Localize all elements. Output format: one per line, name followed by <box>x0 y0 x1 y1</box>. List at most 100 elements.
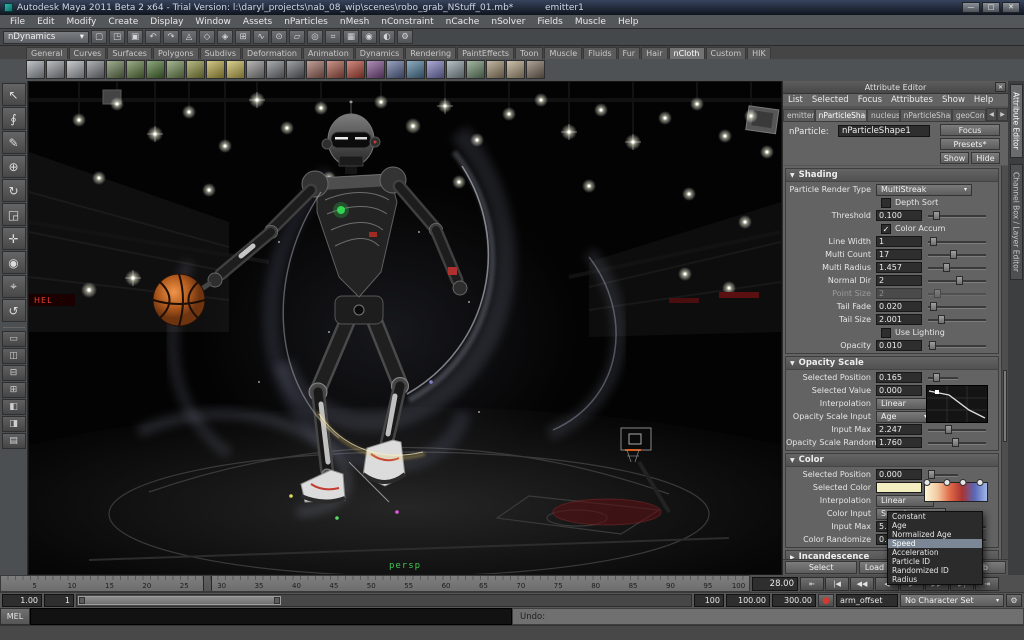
node-name-field[interactable]: nParticleShape1 <box>838 125 930 137</box>
shelf-tab[interactable]: PaintEffects <box>457 47 514 59</box>
hide-button[interactable]: Hide <box>971 152 1000 164</box>
menu-item[interactable]: File <box>4 17 31 27</box>
opacity-scale-input-dropdown[interactable]: Age ▾ <box>876 411 932 423</box>
character-set-dropdown[interactable]: No Character Set ▾ <box>900 594 1004 607</box>
menu-set-dropdown[interactable]: nDynamics ▾ <box>3 31 89 44</box>
color-input-option[interactable]: Particle ID <box>888 557 982 566</box>
ramp-marker[interactable] <box>943 479 950 486</box>
color-accum-checkbox[interactable] <box>881 224 891 234</box>
make-live-icon[interactable]: ◎ <box>307 30 323 44</box>
render-view-icon[interactable]: ▦ <box>343 30 359 44</box>
tab-scroll-left-button[interactable]: ◀ <box>986 108 997 121</box>
menu-item[interactable]: nSolver <box>485 17 531 27</box>
particle-render-type-dropdown[interactable]: MultiStreak ▾ <box>876 184 972 196</box>
shelf-icon[interactable] <box>346 60 365 79</box>
node-tab[interactable]: nParticleShape1 <box>815 109 867 121</box>
menu-item[interactable]: Assets <box>237 17 278 27</box>
tail-size-field[interactable]: 2.001 <box>876 314 922 325</box>
opacity-field[interactable]: 0.010 <box>876 340 922 351</box>
ipr-render-icon[interactable]: ◐ <box>379 30 395 44</box>
shelf-tab[interactable]: HIK <box>747 47 771 59</box>
step-back-frame-button[interactable]: |◀ <box>825 577 849 591</box>
shelf-tab[interactable]: Fur <box>618 47 641 59</box>
color-input-option[interactable]: Randomized ID <box>888 566 982 575</box>
layout-two-pane-side-icon[interactable]: ◫ <box>2 348 26 364</box>
range-slider[interactable] <box>76 594 692 607</box>
time-slider[interactable]: 5101520253035404550556065707580859095100 <box>0 575 750 592</box>
shelf-tab[interactable]: Animation <box>303 47 354 59</box>
attribute-editor-scrollbar[interactable] <box>1001 166 1008 559</box>
construction-history-icon[interactable]: ⌗ <box>325 30 341 44</box>
attribute-editor-menu-item[interactable]: Attributes <box>891 95 933 105</box>
use-lighting-checkbox[interactable] <box>881 328 891 338</box>
show-button[interactable]: Show <box>940 152 969 164</box>
move-tool-icon[interactable]: ⊕ <box>2 155 26 178</box>
os-selected-position-slider[interactable] <box>928 373 958 382</box>
shelf-icon[interactable] <box>466 60 485 79</box>
ramp-marker[interactable] <box>960 479 967 486</box>
color-input-option[interactable]: Speed <box>888 539 982 548</box>
focus-button[interactable]: Focus <box>940 124 1000 136</box>
line-width-field[interactable]: 1 <box>876 236 922 247</box>
scale-tool-icon[interactable]: ◲ <box>2 203 26 226</box>
shelf-icon[interactable] <box>86 60 105 79</box>
menu-item[interactable]: nParticles <box>278 17 334 27</box>
shelf-icon[interactable] <box>26 60 45 79</box>
auto-keyframe-button[interactable]: ● <box>818 594 834 607</box>
shelf-tab[interactable]: Surfaces <box>107 47 152 59</box>
shelf-icon[interactable] <box>306 60 325 79</box>
os-randomize-slider[interactable] <box>928 438 986 447</box>
shelf-tab[interactable]: Curves <box>69 47 107 59</box>
open-scene-icon[interactable]: ◳ <box>109 30 125 44</box>
tab-scroll-right-button[interactable]: ▶ <box>997 108 1008 121</box>
menu-item[interactable]: Fields <box>531 17 568 27</box>
opacity-slider[interactable] <box>928 341 986 350</box>
shelf-icon[interactable] <box>366 60 385 79</box>
tail-fade-slider[interactable] <box>928 302 986 311</box>
shelf-icon[interactable] <box>206 60 225 79</box>
color-input-option[interactable]: Normalized Age <box>888 530 982 539</box>
section-header-opacity-scale[interactable]: ▼ Opacity Scale <box>786 357 998 370</box>
menu-item[interactable]: nCache <box>440 17 486 27</box>
close-button[interactable]: ✕ <box>1002 2 1020 13</box>
select-tool-icon[interactable]: ↖ <box>2 83 26 106</box>
universal-manipulator-icon[interactable]: ✛ <box>2 227 26 250</box>
tail-fade-field[interactable]: 0.020 <box>876 301 922 312</box>
color-input-option[interactable]: Constant <box>888 512 982 521</box>
panel-side-tab[interactable]: Channel Box / Layer Editor <box>1010 164 1023 280</box>
render-settings-icon[interactable]: ⚙ <box>397 30 413 44</box>
shelf-icon[interactable] <box>326 60 345 79</box>
menu-item[interactable]: Edit <box>31 17 60 27</box>
step-back-key-button[interactable]: ◀◀ <box>850 577 874 591</box>
color-ramp-widget[interactable] <box>924 482 988 502</box>
shelf-icon[interactable] <box>486 60 505 79</box>
undo-icon[interactable]: ↶ <box>145 30 161 44</box>
range-slider-bar[interactable] <box>78 596 281 605</box>
minimize-button[interactable]: — <box>962 2 980 13</box>
layout-three-split-icon[interactable]: ◧ <box>2 399 26 415</box>
shelf-tab[interactable]: Polygons <box>153 47 199 59</box>
snap-to-point-icon[interactable]: ⊙ <box>271 30 287 44</box>
shelf-tab[interactable]: Toon <box>515 47 543 59</box>
section-header-color[interactable]: ▼ Color <box>786 454 998 467</box>
os-selected-value-field[interactable]: 0.000 <box>876 385 922 396</box>
shelf-icon[interactable] <box>106 60 125 79</box>
menu-item[interactable]: Window <box>189 17 237 27</box>
shelf-icon[interactable] <box>186 60 205 79</box>
shelf-icon[interactable] <box>406 60 425 79</box>
shelf-icon[interactable] <box>126 60 145 79</box>
color-input-option[interactable]: Age <box>888 521 982 530</box>
shelf-icon[interactable] <box>266 60 285 79</box>
color-selected-position-slider[interactable] <box>928 470 958 479</box>
os-selected-position-field[interactable]: 0.165 <box>876 372 922 383</box>
shelf-icon[interactable] <box>286 60 305 79</box>
attribute-editor-menu-item[interactable]: Show <box>942 95 965 105</box>
menu-item[interactable]: Help <box>612 17 645 27</box>
menu-item[interactable]: Create <box>102 17 144 27</box>
arm-offset-field[interactable]: arm_offset <box>836 594 898 607</box>
normal-dir-field[interactable]: 2 <box>876 275 922 286</box>
os-input-max-slider[interactable] <box>928 425 986 434</box>
layout-hypergraph-persp-icon[interactable]: ▤ <box>2 433 26 449</box>
shelf-tab[interactable]: Dynamics <box>355 47 404 59</box>
shelf-icon[interactable] <box>226 60 245 79</box>
